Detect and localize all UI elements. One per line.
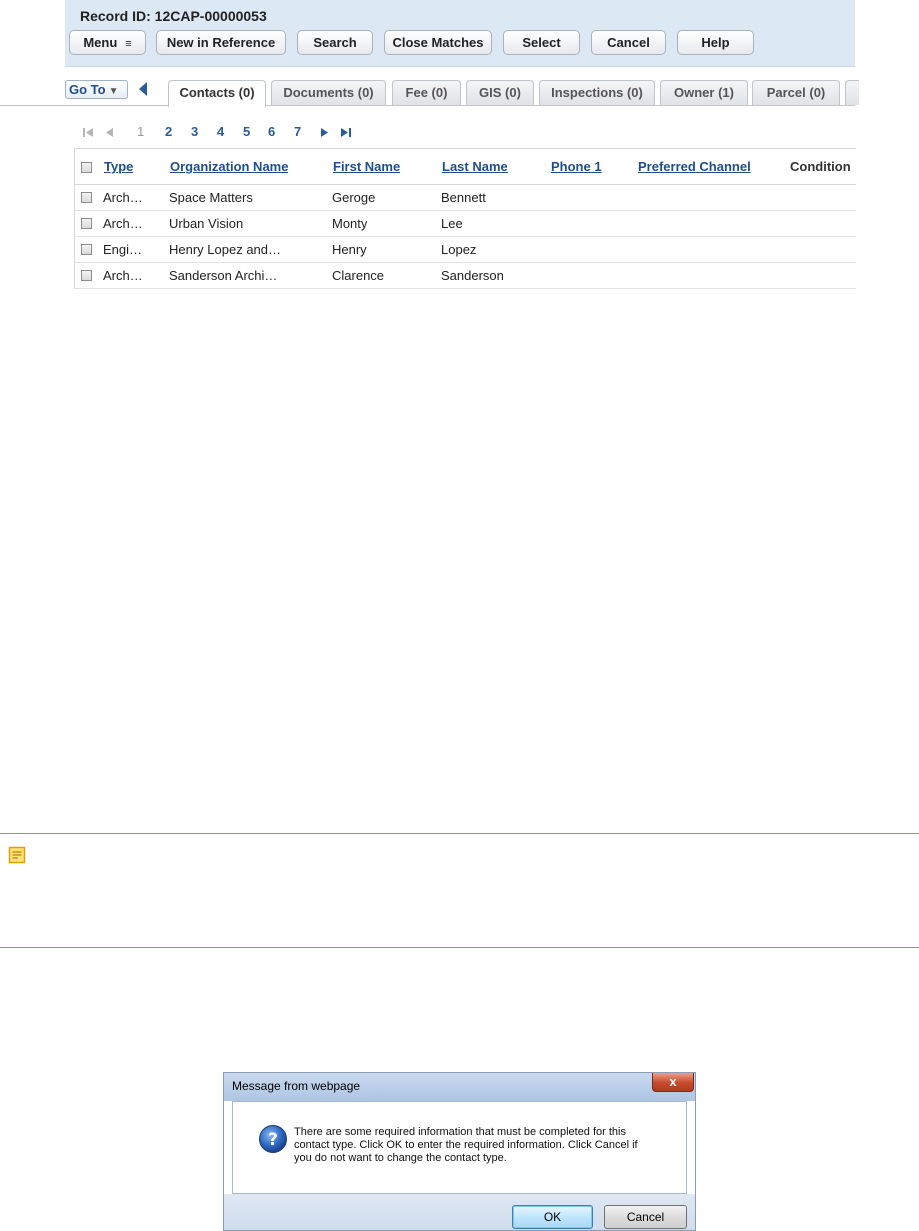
table-row[interactable]: Engi… Henry Lopez and… Henry Lopez [75,237,856,263]
column-header-first-name[interactable]: First Name [333,149,400,184]
page-4[interactable]: 4 [217,124,224,139]
cell-type: Engi… [103,242,143,257]
cell-first-name: Monty [332,216,368,231]
cell-first-name: Clarence [332,268,385,283]
cell-type: Arch… [103,190,143,205]
cell-organization-name: Urban Vision [169,216,244,231]
row-checkbox[interactable] [81,192,92,203]
goto-dropdown[interactable]: Go To ▼ [65,80,128,99]
menu-button-label: Menu [83,35,118,50]
cancel-button[interactable]: Cancel [591,30,666,55]
cell-type: Arch… [103,216,143,231]
select-all-checkbox[interactable] [81,162,92,173]
row-checkbox[interactable] [81,270,92,281]
column-header-preferred-channel[interactable]: Preferred Channel [638,149,751,184]
cell-organization-name: Space Matters [169,190,253,205]
tab-gis[interactable]: GIS (0) [466,80,534,105]
cell-last-name: Lopez [441,242,477,257]
tab-parcel[interactable]: Parcel (0) [752,80,840,105]
select-button[interactable]: Select [503,30,580,55]
dialog-title: Message from webpage [232,1079,361,1093]
dialog-ok-button[interactable]: OK [512,1205,593,1229]
search-button[interactable]: Search [297,30,373,55]
menu-button[interactable]: Menu ≡ [69,30,146,55]
first-page-icon[interactable] [82,127,94,138]
previous-page-icon[interactable] [104,127,114,138]
cell-last-name: Sanderson [441,268,504,283]
dialog-close-button[interactable]: x [652,1073,694,1092]
row-checkbox[interactable] [81,218,92,229]
page-1[interactable]: 1 [137,124,144,139]
page-2[interactable]: 2 [165,124,172,139]
cell-organization-name: Henry Lopez and… [169,242,282,257]
tab-overflow[interactable] [845,80,859,105]
dialog-message: There are some required information that… [294,1126,666,1165]
note-icon [8,846,26,864]
record-header-panel: Record ID: 12CAP-00000053 Menu ≡ New in R… [65,0,855,67]
contacts-table: Type Organization Name First Name Last N… [74,148,856,289]
table-header: Type Organization Name First Name Last N… [75,148,856,185]
dialog-message-line: you do not want to change the contact ty… [294,1152,507,1164]
page-5[interactable]: 5 [243,124,250,139]
note-bottom-divider [0,947,919,948]
next-page-icon[interactable] [320,127,330,138]
cell-first-name: Geroge [332,190,376,205]
tab-bar: Go To ▼ Contacts (0) Documents (0) Fee (0… [0,78,859,107]
cell-type: Arch… [103,268,143,283]
dialog-cancel-button[interactable]: Cancel [604,1205,687,1229]
column-header-organization-name[interactable]: Organization Name [170,149,288,184]
dialog-message-line: contact type. Click OK to enter the requ… [294,1139,638,1151]
column-header-last-name[interactable]: Last Name [442,149,508,184]
new-in-reference-button[interactable]: New in Reference [156,30,286,55]
cell-first-name: Henry [332,242,367,257]
chevron-down-icon: ▼ [108,86,119,97]
tab-scroll-left-icon[interactable] [137,81,149,97]
cell-organization-name: Sanderson Archi… [169,268,278,283]
tab-owner[interactable]: Owner (1) [660,80,748,105]
record-id-label: Record ID: 12CAP-00000053 [80,8,267,24]
last-page-icon[interactable] [340,127,352,138]
row-checkbox[interactable] [81,244,92,255]
menu-dropdown-icon: ≡ [125,38,132,50]
goto-label: Go To [69,82,106,97]
tab-inspections[interactable]: Inspections (0) [539,80,655,105]
message-dialog: Message from webpage x ? There are some … [223,1072,696,1231]
note-top-divider [0,833,919,834]
dialog-footer: OK Cancel [224,1194,695,1230]
column-header-phone-1[interactable]: Phone 1 [551,149,602,184]
dialog-body: ? There are some required information th… [232,1101,687,1194]
page-3[interactable]: 3 [191,124,198,139]
cell-last-name: Lee [441,216,463,231]
help-button[interactable]: Help [677,30,754,55]
table-row[interactable]: Arch… Space Matters Geroge Bennett [75,185,856,211]
dialog-message-line: There are some required information that… [294,1126,626,1138]
dialog-title-bar: Message from webpage x [224,1073,695,1101]
tab-contacts[interactable]: Contacts (0) [168,80,266,107]
column-header-type[interactable]: Type [104,149,133,184]
tab-documents[interactable]: Documents (0) [271,80,386,105]
page-7[interactable]: 7 [294,124,301,139]
page-6[interactable]: 6 [268,124,275,139]
table-row[interactable]: Arch… Sanderson Archi… Clarence Sanderso… [75,263,856,289]
table-row[interactable]: Arch… Urban Vision Monty Lee [75,211,856,237]
svg-text:?: ? [268,1130,278,1150]
close-matches-button[interactable]: Close Matches [384,30,492,55]
question-icon: ? [259,1125,287,1153]
column-header-condition: Condition [790,159,851,174]
cell-last-name: Bennett [441,190,486,205]
tab-fee[interactable]: Fee (0) [392,80,461,105]
